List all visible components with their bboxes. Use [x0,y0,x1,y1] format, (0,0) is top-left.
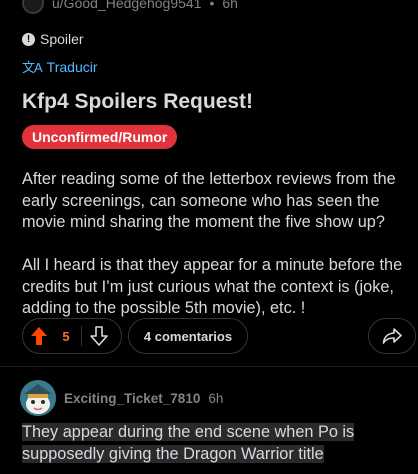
comment-text: They appear during the end scene when Po… [22,423,355,463]
share-button[interactable] [368,318,416,354]
post-body-paragraph: All I heard is that they appear for a mi… [22,256,403,317]
post-author[interactable]: u/Good_Hedgehog9541 [52,0,201,11]
section-divider [0,366,418,367]
post-meta: u/Good_Hedgehog9541 • 6h [22,0,238,14]
share-icon [382,328,402,344]
comment-header: Exciting_Ticket_7810 6h [20,380,223,416]
comments-button[interactable]: 4 comentarios [128,318,248,354]
comment-body: They appear during the end scene when Po… [22,422,412,465]
meta-separator: • [209,0,215,11]
vote-control: 5 [22,318,122,354]
commenter-avatar-image [20,380,56,416]
spoiler-icon: ! [22,32,35,46]
spoiler-label: Spoiler [40,31,84,47]
vote-count: 5 [62,328,70,344]
author-avatar[interactable] [22,0,44,14]
translate-button[interactable]: 文A Traducir [22,57,98,76]
translate-label: Traducir [46,58,98,75]
upvote-button[interactable] [23,318,55,354]
upvote-arrow-icon [31,327,47,345]
commenter-username[interactable]: Exciting_Ticket_7810 [64,391,200,406]
translate-icon: 文A [22,60,43,75]
downvote-arrow-icon [90,326,108,346]
commenter-avatar[interactable] [20,380,56,416]
downvote-button[interactable] [86,318,112,354]
comment-time: 6h [208,390,224,406]
post-flair[interactable]: Unconfirmed/Rumor [22,125,178,149]
post-time: 6h [222,0,238,11]
post-body: After reading some of the letterbox revi… [22,169,414,341]
post-title: Kfp4 Spoilers Request! [22,90,254,113]
vote-divider [81,326,82,346]
post-body-paragraph: After reading some of the letterbox revi… [22,170,396,231]
spoiler-tag: ! Spoiler [22,31,84,47]
post-action-bar: 5 4 comentarios [22,318,418,356]
